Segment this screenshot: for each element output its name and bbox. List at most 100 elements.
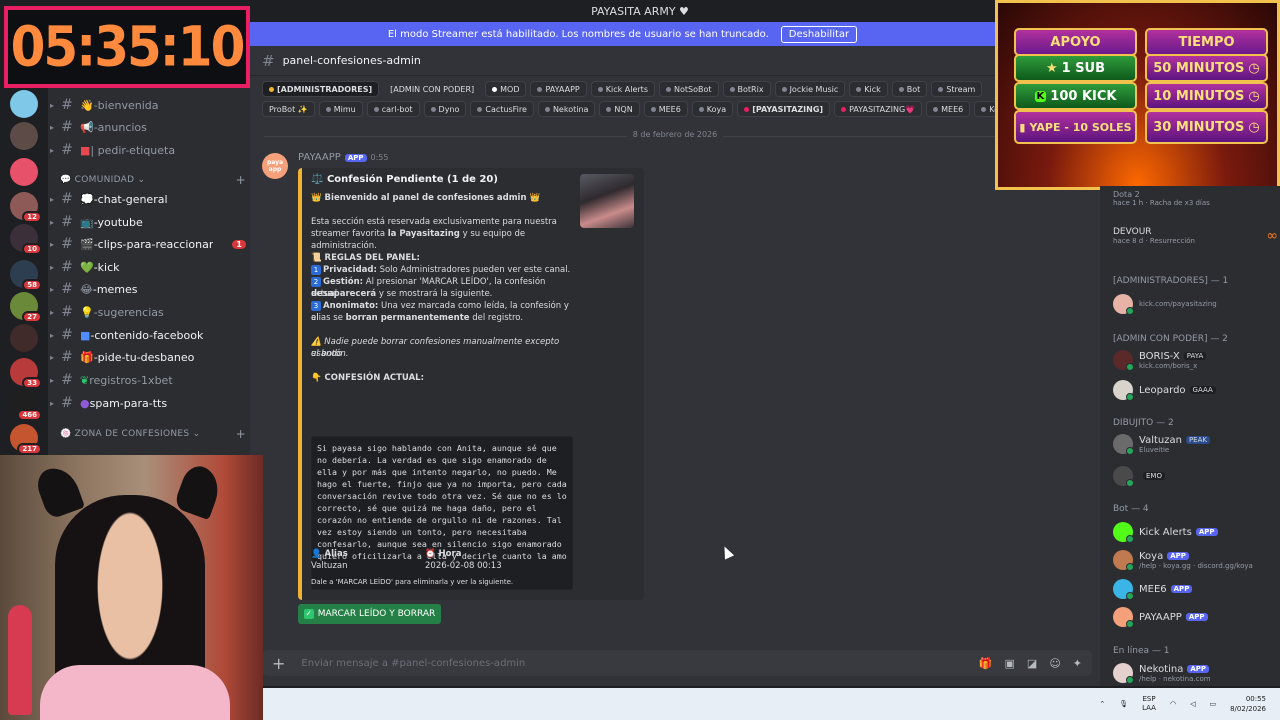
embed-intro-line: streamer favorita la Payasitazing y su e…: [311, 229, 526, 251]
message-composer[interactable]: + Enviar mensaje a #panel-confesiones-ad…: [262, 650, 1092, 676]
add-channel-icon[interactable]: +: [236, 173, 246, 187]
embed-intro-line: Esta sección está reservada exclusivamen…: [311, 217, 557, 227]
role-chip[interactable]: MOD: [485, 81, 527, 97]
gift-icon[interactable]: 🎁: [979, 657, 993, 670]
mic-icon[interactable]: 🎙: [1119, 700, 1128, 708]
role-chip[interactable]: CactusFire: [470, 101, 534, 117]
role-chip[interactable]: Koya: [691, 101, 734, 117]
role-chip[interactable]: Bot: [891, 81, 928, 97]
member[interactable]: PAYAAPP APP: [1113, 605, 1278, 629]
server-badge: 466: [17, 409, 42, 421]
volume-icon[interactable]: ◁: [1190, 700, 1195, 708]
sticker-icon[interactable]: ◪: [1027, 657, 1037, 670]
role-chip[interactable]: Dyno: [423, 101, 467, 117]
member[interactable]: kick.com/payasitazing: [1113, 292, 1278, 316]
member[interactable]: Nekotina APP/help · nekotina.com: [1113, 661, 1278, 685]
gif-icon[interactable]: ▣: [1005, 657, 1015, 670]
purple-emoji-icon: ●: [80, 396, 90, 410]
server-icon[interactable]: 27: [10, 292, 42, 323]
channel-registros-1xbet[interactable]: ▸ # ❦ registros-1xbet: [50, 370, 246, 390]
channel-chat-general[interactable]: ▸ # 💭 -chat-general: [50, 189, 246, 209]
role-chip[interactable]: [ADMINISTRADORES]: [262, 81, 380, 97]
message-input[interactable]: Enviar mensaje a #panel-confesiones-admi…: [301, 658, 525, 669]
language-indicator[interactable]: ESP LAA: [1142, 695, 1156, 713]
system-clock[interactable]: 00:55 8/02/2026: [1230, 694, 1266, 714]
server-icon[interactable]: [10, 90, 38, 118]
role-chip[interactable]: MEE6: [643, 101, 688, 117]
role-chip[interactable]: [ADMIN CON PODER]: [383, 81, 481, 97]
battery-icon[interactable]: ▭: [1209, 700, 1216, 708]
chevron-up-icon[interactable]: ⌃: [1099, 700, 1105, 708]
server-icon[interactable]: 12: [10, 192, 42, 223]
chevron-right-icon: ▸: [50, 307, 55, 317]
member[interactable]: MEE6 APP: [1113, 577, 1278, 601]
add-channel-icon[interactable]: +: [236, 427, 246, 441]
role-chip[interactable]: ProBot ✨: [262, 101, 315, 117]
avatar: [1113, 434, 1134, 455]
yape-icon: ▮: [1019, 120, 1026, 134]
guild-tag: GAAA: [1189, 386, 1216, 394]
member-activity[interactable]: Dota 2 hace 1 h · Racha de x3 días: [1113, 186, 1278, 210]
role-chip[interactable]: Kick: [849, 81, 888, 97]
member[interactable]: Kick Alerts APP: [1113, 520, 1278, 544]
role-chip[interactable]: PAYAAPP: [530, 81, 587, 97]
member[interactable]: EMO: [1113, 464, 1278, 488]
hash-icon: #: [61, 327, 73, 343]
channel-pedir-etiqueta[interactable]: ▸ # ■ | pedir-etiqueta: [50, 140, 246, 160]
channel-sugerencias[interactable]: ▸ # 💡 -sugerencias: [50, 302, 246, 322]
channel-anuncios[interactable]: ▸ # 📢 -anuncios: [50, 117, 246, 137]
emoji-icon[interactable]: ☺: [1049, 657, 1060, 670]
mark-read-delete-button[interactable]: ✓ MARCAR LEÍDO Y BORRAR: [298, 604, 441, 624]
avatar: [1113, 607, 1134, 628]
server-icon[interactable]: [10, 324, 38, 352]
message-header: PAYAAPP APP 0:55: [298, 152, 388, 163]
channel-pide-tu-desbaneo[interactable]: ▸ # 🎁 -pide-tu-desbaneo: [50, 347, 246, 367]
member[interactable]: Valtuzan PEAK Eluveitie: [1113, 432, 1278, 456]
channel-kick[interactable]: ▸ # 💚 -kick: [50, 257, 246, 277]
category-comunidad[interactable]: 💬 COMUNIDAD ⌄ +: [60, 172, 246, 188]
channel-memes[interactable]: ▸ # 😂 -memes: [50, 279, 246, 299]
member[interactable]: Leopardo GAAA: [1113, 378, 1278, 402]
member[interactable]: Koya APP/help · koya.gg · discord.gg/koya: [1113, 548, 1278, 572]
role-chip[interactable]: Mimu: [318, 101, 363, 117]
wifi-icon[interactable]: ◠: [1170, 700, 1176, 708]
role-chip[interactable]: Jockie Music: [774, 81, 846, 97]
chevron-right-icon: ▸: [50, 217, 55, 227]
role-chip[interactable]: BotRix: [722, 81, 771, 97]
server-icon[interactable]: 33: [10, 358, 42, 389]
channel-youtube[interactable]: ▸ # 📺 -youtube: [50, 212, 246, 232]
role-chip[interactable]: Kick Alerts: [590, 81, 655, 97]
avatar: [1113, 550, 1134, 571]
role-chip[interactable]: carl-bot: [366, 101, 420, 117]
server-icon[interactable]: [10, 122, 38, 150]
server-icon[interactable]: 10: [10, 224, 42, 255]
gift-emoji-icon: 🎁: [80, 350, 94, 364]
member-activity[interactable]: DEVOUR hace 8 d · Resurrección ∞: [1113, 224, 1278, 248]
server-icon[interactable]: 466: [10, 390, 42, 421]
member-group-title: DIBUJITO — 2: [1113, 418, 1174, 428]
channel-clips-para-reaccionar[interactable]: ▸ # 🎬 -clips-para-reaccionar 1: [50, 234, 246, 254]
role-chip[interactable]: PAYASITAZING💗: [834, 101, 923, 117]
channel-bienvenida[interactable]: ▸ # 👋 -bienvenida: [50, 95, 246, 115]
embed-thumbnail[interactable]: [580, 174, 634, 228]
server-icon[interactable]: 217: [10, 424, 42, 455]
channel-contenido-facebook[interactable]: ▸ # ■ -contenido-facebook: [50, 325, 246, 345]
channel-spam-para-tts[interactable]: ▸ # ● spam-para-tts: [50, 393, 246, 413]
emoji-icon: 🍥: [60, 429, 75, 439]
apps-icon[interactable]: ✦: [1073, 657, 1082, 670]
role-chip[interactable]: [PAYASITAZING]: [737, 101, 831, 117]
server-icon[interactable]: 58: [10, 260, 42, 291]
role-chip[interactable]: Nekotina: [537, 101, 596, 117]
server-icon[interactable]: [10, 158, 38, 186]
category-zona-de-confesiones[interactable]: 🍥 ZONA DE CONFESIONES ⌄ +: [60, 426, 246, 442]
message-author[interactable]: PAYAAPP: [298, 152, 341, 163]
role-chip[interactable]: NotSoBot: [659, 81, 719, 97]
member[interactable]: BORIS-X PAYA kick.com/boris_x: [1113, 348, 1278, 372]
role-chip[interactable]: NQN: [599, 101, 640, 117]
disable-streamer-mode-button[interactable]: Deshabilitar: [780, 25, 858, 43]
avatar[interactable]: paya app: [262, 153, 288, 179]
role-chip[interactable]: MEE6: [926, 101, 971, 117]
role-chip[interactable]: Stream: [931, 81, 983, 97]
hash-icon: #: [61, 191, 73, 207]
plus-icon[interactable]: +: [272, 654, 285, 673]
